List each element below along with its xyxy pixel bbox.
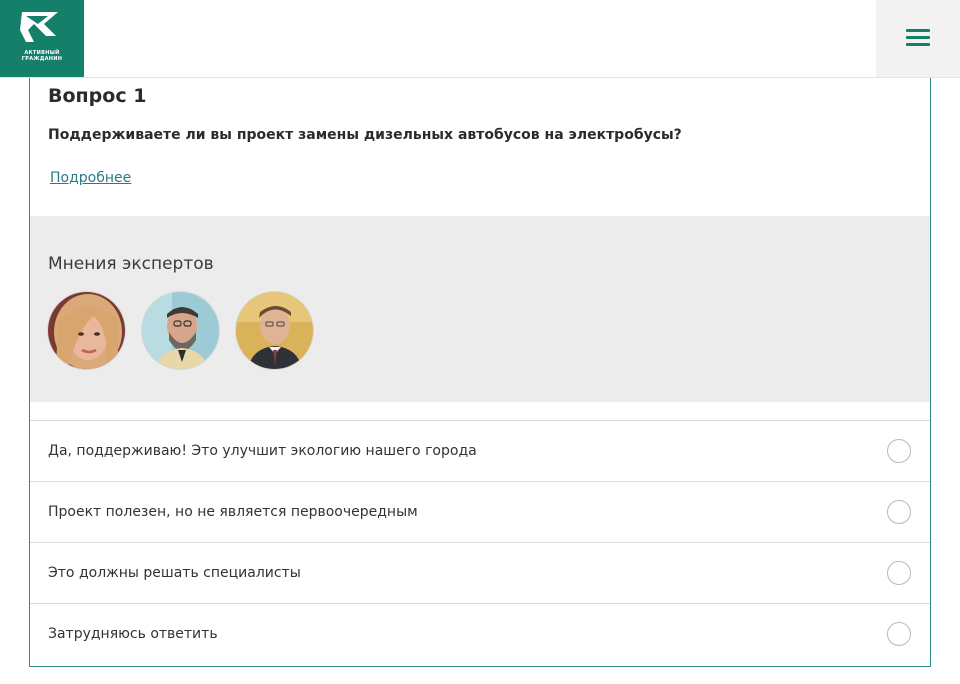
more-details-link[interactable]: Подробнее <box>50 170 131 186</box>
experts-section: Мнения экспертов <box>30 216 930 402</box>
question-title: Вопрос 1 <box>48 85 147 107</box>
answer-option-4[interactable]: Затрудняюсь ответить <box>30 603 930 664</box>
answer-option-3[interactable]: Это должны решать специалисты <box>30 542 930 603</box>
hamburger-line <box>906 43 930 46</box>
top-bar: АКТИВНЫЙ ГРАЖДАНИН <box>0 0 960 78</box>
expert-2-photo <box>142 292 219 369</box>
hamburger-menu-icon <box>906 29 930 32</box>
expert-avatar-3[interactable] <box>236 292 313 369</box>
answer-option-label: Проект полезен, но не является первоочер… <box>48 504 418 520</box>
answer-option-label: Да, поддерживаю! Это улучшит экологию на… <box>48 443 477 459</box>
hamburger-line <box>906 36 930 39</box>
answer-option-label: Затрудняюсь ответить <box>48 626 218 642</box>
experts-title: Мнения экспертов <box>48 254 214 274</box>
answer-option-label: Это должны решать специалисты <box>48 565 301 581</box>
radio-button[interactable] <box>887 622 911 646</box>
active-citizen-logo[interactable]: АКТИВНЫЙ ГРАЖДАНИН <box>0 0 84 77</box>
expert-1-photo <box>48 292 125 369</box>
menu-button[interactable] <box>876 0 960 77</box>
expert-avatar-1[interactable] <box>48 292 125 369</box>
radio-button[interactable] <box>887 561 911 585</box>
logo-arrow-icon <box>20 12 58 42</box>
answer-options: Да, поддерживаю! Это улучшит экологию на… <box>30 420 930 664</box>
answer-option-2[interactable]: Проект полезен, но не является первоочер… <box>30 481 930 542</box>
expert-3-photo <box>236 292 313 369</box>
radio-button[interactable] <box>887 500 911 524</box>
radio-button[interactable] <box>887 439 911 463</box>
question-text: Поддерживаете ли вы проект замены дизель… <box>48 127 682 143</box>
logo-text-line2: ГРАЖДАНИН <box>21 56 63 62</box>
question-card: Вопрос 1 Поддерживаете ли вы проект заме… <box>29 70 931 667</box>
answer-option-1[interactable]: Да, поддерживаю! Это улучшит экологию на… <box>30 420 930 481</box>
expert-avatar-2[interactable] <box>142 292 219 369</box>
